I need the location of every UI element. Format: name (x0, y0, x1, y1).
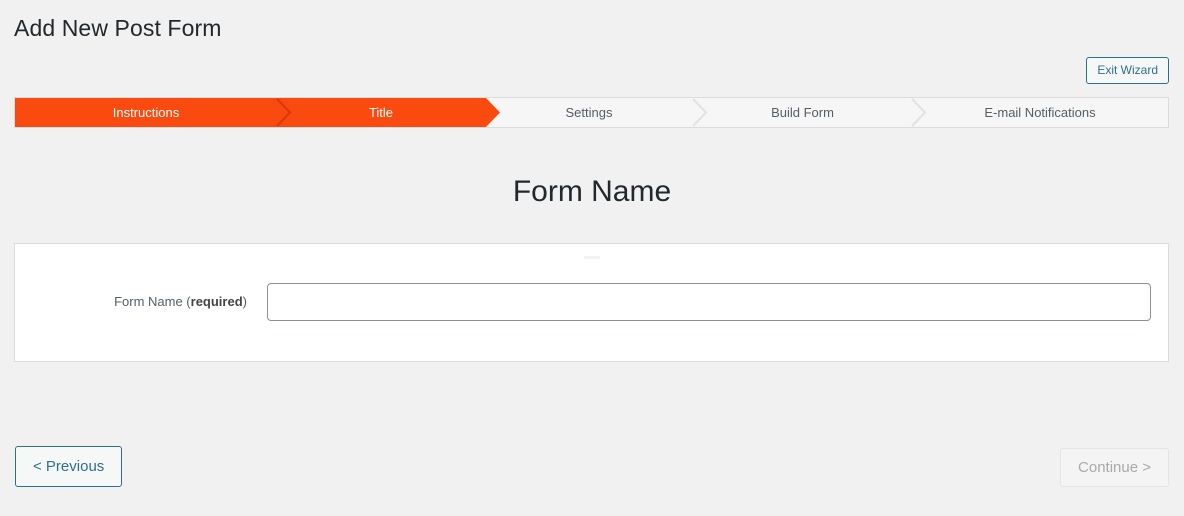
wizard-step-label: Title (368, 105, 394, 120)
form-name-label-required: required (190, 294, 243, 309)
form-name-heading: Form Name (512, 175, 672, 208)
form-name-label-close: ) (242, 294, 247, 309)
form-card: Form Name (required) (14, 243, 1169, 362)
previous-button[interactable]: < Previous (15, 446, 123, 487)
form-name-label: Form Name (required) (15, 293, 267, 311)
wizard-step-label: E-mail Notifications (984, 105, 1096, 120)
card-divider-mark (583, 256, 600, 259)
page-title: Add New Post Form (14, 15, 222, 41)
form-name-label-text: Form Name ( (114, 294, 191, 309)
continue-button: Continue > (1060, 448, 1169, 487)
wizard-step-e-mail-notifications[interactable]: E-mail Notifications (912, 98, 1168, 127)
exit-wizard-container: Exit Wizard (1086, 57, 1169, 84)
wizard-step-settings[interactable]: Settings (485, 98, 708, 127)
wizard-step-build-form[interactable]: Build Form (693, 98, 927, 127)
wizard-step-label: Build Form (771, 105, 834, 120)
wizard-step-bar: Instructions Title Settings Build Form E-mai… (14, 97, 1169, 128)
wizard-step-label: Settings (565, 105, 613, 120)
exit-wizard-button[interactable]: Exit Wizard (1086, 57, 1169, 84)
form-name-input[interactable] (267, 283, 1151, 321)
wizard-step-instructions[interactable]: Instructions (15, 98, 292, 127)
wizard-step-label: Instructions (112, 105, 180, 120)
wizard-step-title[interactable]: Title (277, 98, 500, 127)
form-name-field-row: Form Name (required) (15, 282, 1168, 322)
